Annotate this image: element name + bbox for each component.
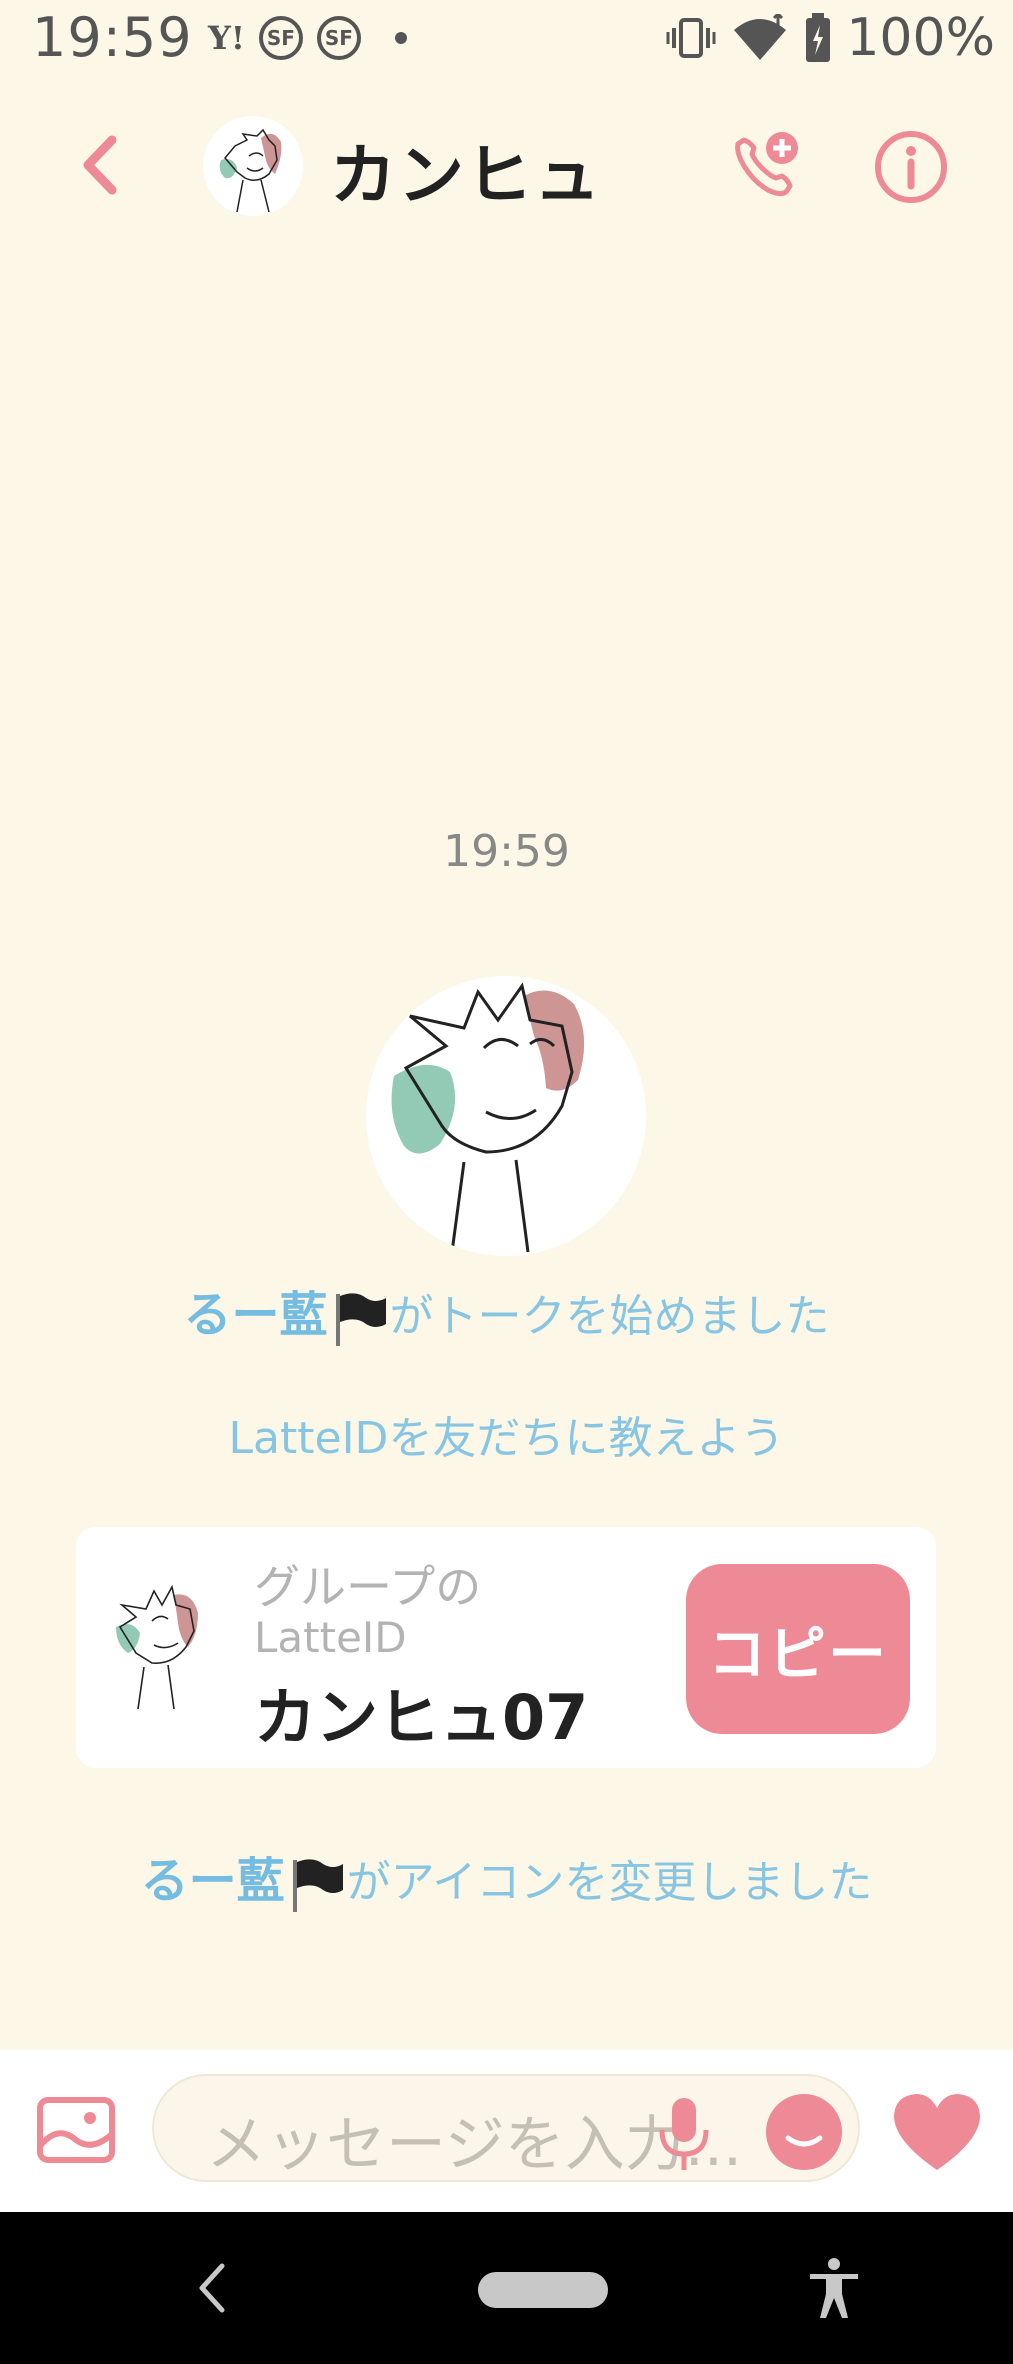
- system-status-icons: 100%: [666, 8, 995, 68]
- system-message-icon-changed: るー藍 がアイコンを変更しました: [140, 1848, 873, 1916]
- yahoo-icon: Y!: [208, 19, 245, 57]
- group-avatar[interactable]: [203, 116, 303, 216]
- system-message-share-id: LatteIDを友だちに教えよう: [228, 1413, 785, 1464]
- sf-icon: SF: [316, 16, 361, 60]
- avatar-drawing: [391, 982, 585, 1253]
- smile-face: [785, 2135, 823, 2147]
- user-name[interactable]: るー藍: [183, 1287, 327, 1343]
- image-icon[interactable]: [36, 2094, 116, 2166]
- message-input[interactable]: メッセージを入力...: [152, 2074, 860, 2182]
- latte-id-value: カンヒュ07: [254, 1681, 589, 1754]
- card-label-latteid: LatteID: [254, 1613, 407, 1662]
- vibrate-icon: [666, 18, 716, 58]
- emoji-icon[interactable]: [766, 2094, 842, 2170]
- notification-icons: Y! SF SF: [208, 16, 407, 60]
- nav-home-pill[interactable]: [478, 2272, 608, 2308]
- status-time: 19:59: [32, 6, 193, 69]
- mic-icon[interactable]: [654, 2094, 714, 2174]
- latte-id-card: グループの LatteID カンヒュ07 コピー: [76, 1527, 936, 1768]
- copy-button[interactable]: コピー: [686, 1564, 910, 1734]
- more-notifications-dot: [394, 32, 407, 44]
- add-call-icon[interactable]: [728, 130, 802, 204]
- status-bar: 19:59 Y! SF SF 100%: [0, 0, 1013, 84]
- battery-percentage: 100%: [846, 8, 995, 68]
- message-input-bar: メッセージを入力...: [0, 2050, 1013, 2212]
- group-avatar-large[interactable]: [366, 976, 646, 1256]
- message-timestamp: 19:59: [443, 826, 570, 877]
- battery-charging-icon: [806, 13, 831, 62]
- sf-icon: SF: [258, 16, 303, 60]
- avatar-drawing: [116, 1584, 198, 1710]
- system-message-text: がトークを始めました: [389, 1291, 830, 1342]
- back-icon[interactable]: [70, 130, 130, 200]
- user-name[interactable]: るー藍: [141, 1853, 285, 1909]
- system-message-started: るー藍 がトークを始めました: [140, 1282, 873, 1350]
- avatar-drawing: [219, 128, 282, 213]
- system-message-text: がアイコンを変更しました: [346, 1857, 873, 1908]
- card-avatar: [106, 1583, 216, 1713]
- system-nav-bar: [0, 2212, 1013, 2364]
- chat-screen: 19:59 Y! SF SF 100% カンヒュ 19:59 るー藍 がトークを…: [0, 0, 1013, 2364]
- black-flag-icon: [292, 1859, 343, 1912]
- wifi-icon: [734, 14, 787, 60]
- info-icon[interactable]: [872, 128, 950, 206]
- heart-icon[interactable]: [890, 2090, 984, 2174]
- chat-title: カンヒュ: [330, 137, 602, 214]
- accessibility-icon[interactable]: [806, 2256, 862, 2320]
- nav-back-icon[interactable]: [190, 2258, 234, 2318]
- card-label-group: グループの: [254, 1560, 482, 1614]
- black-flag-icon: [335, 1293, 386, 1346]
- chat-header: カンヒュ: [0, 100, 1013, 230]
